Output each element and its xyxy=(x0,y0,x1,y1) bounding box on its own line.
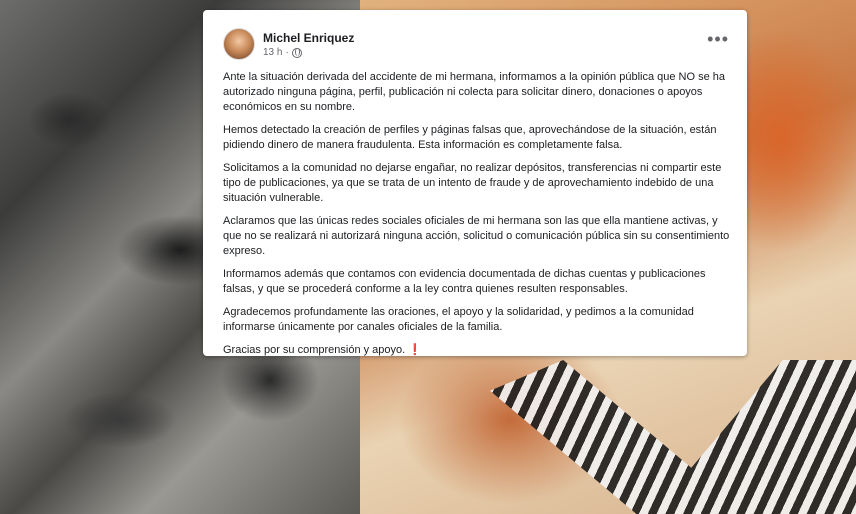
more-options-icon[interactable]: ••• xyxy=(707,30,729,48)
post-closing: Gracias por su comprensión y apoyo. ❗ xyxy=(223,343,733,358)
globe-icon xyxy=(291,47,302,58)
post-time[interactable]: 13 h xyxy=(263,47,282,58)
author-name[interactable]: Michel Enriquez xyxy=(263,31,354,45)
post-paragraph: Aclaramos que las únicas redes sociales … xyxy=(223,215,730,257)
meta-separator: · xyxy=(285,47,289,58)
closing-text: Gracias por su comprensión y apoyo. xyxy=(223,344,406,356)
facebook-post-card: Michel Enriquez 13 h · ••• Ante la situa… xyxy=(203,10,747,356)
post-paragraph: Agradecemos profundamente las oraciones,… xyxy=(223,306,694,333)
post-body: Ante la situación derivada del accidente… xyxy=(223,70,733,358)
exclamation-icon: ❗ xyxy=(408,344,422,356)
post-paragraph: Ante la situación derivada del accidente… xyxy=(223,71,726,113)
post-paragraph: Hemos detectado la creación de perfiles … xyxy=(223,124,717,151)
post-header: Michel Enriquez 13 h · ••• xyxy=(223,24,733,64)
post-paragraph: Informamos además que contamos con evide… xyxy=(223,268,706,295)
avatar[interactable] xyxy=(223,28,255,60)
post-meta: 13 h · xyxy=(263,47,354,58)
post-paragraph: Solicitamos a la comunidad no dejarse en… xyxy=(223,162,722,204)
